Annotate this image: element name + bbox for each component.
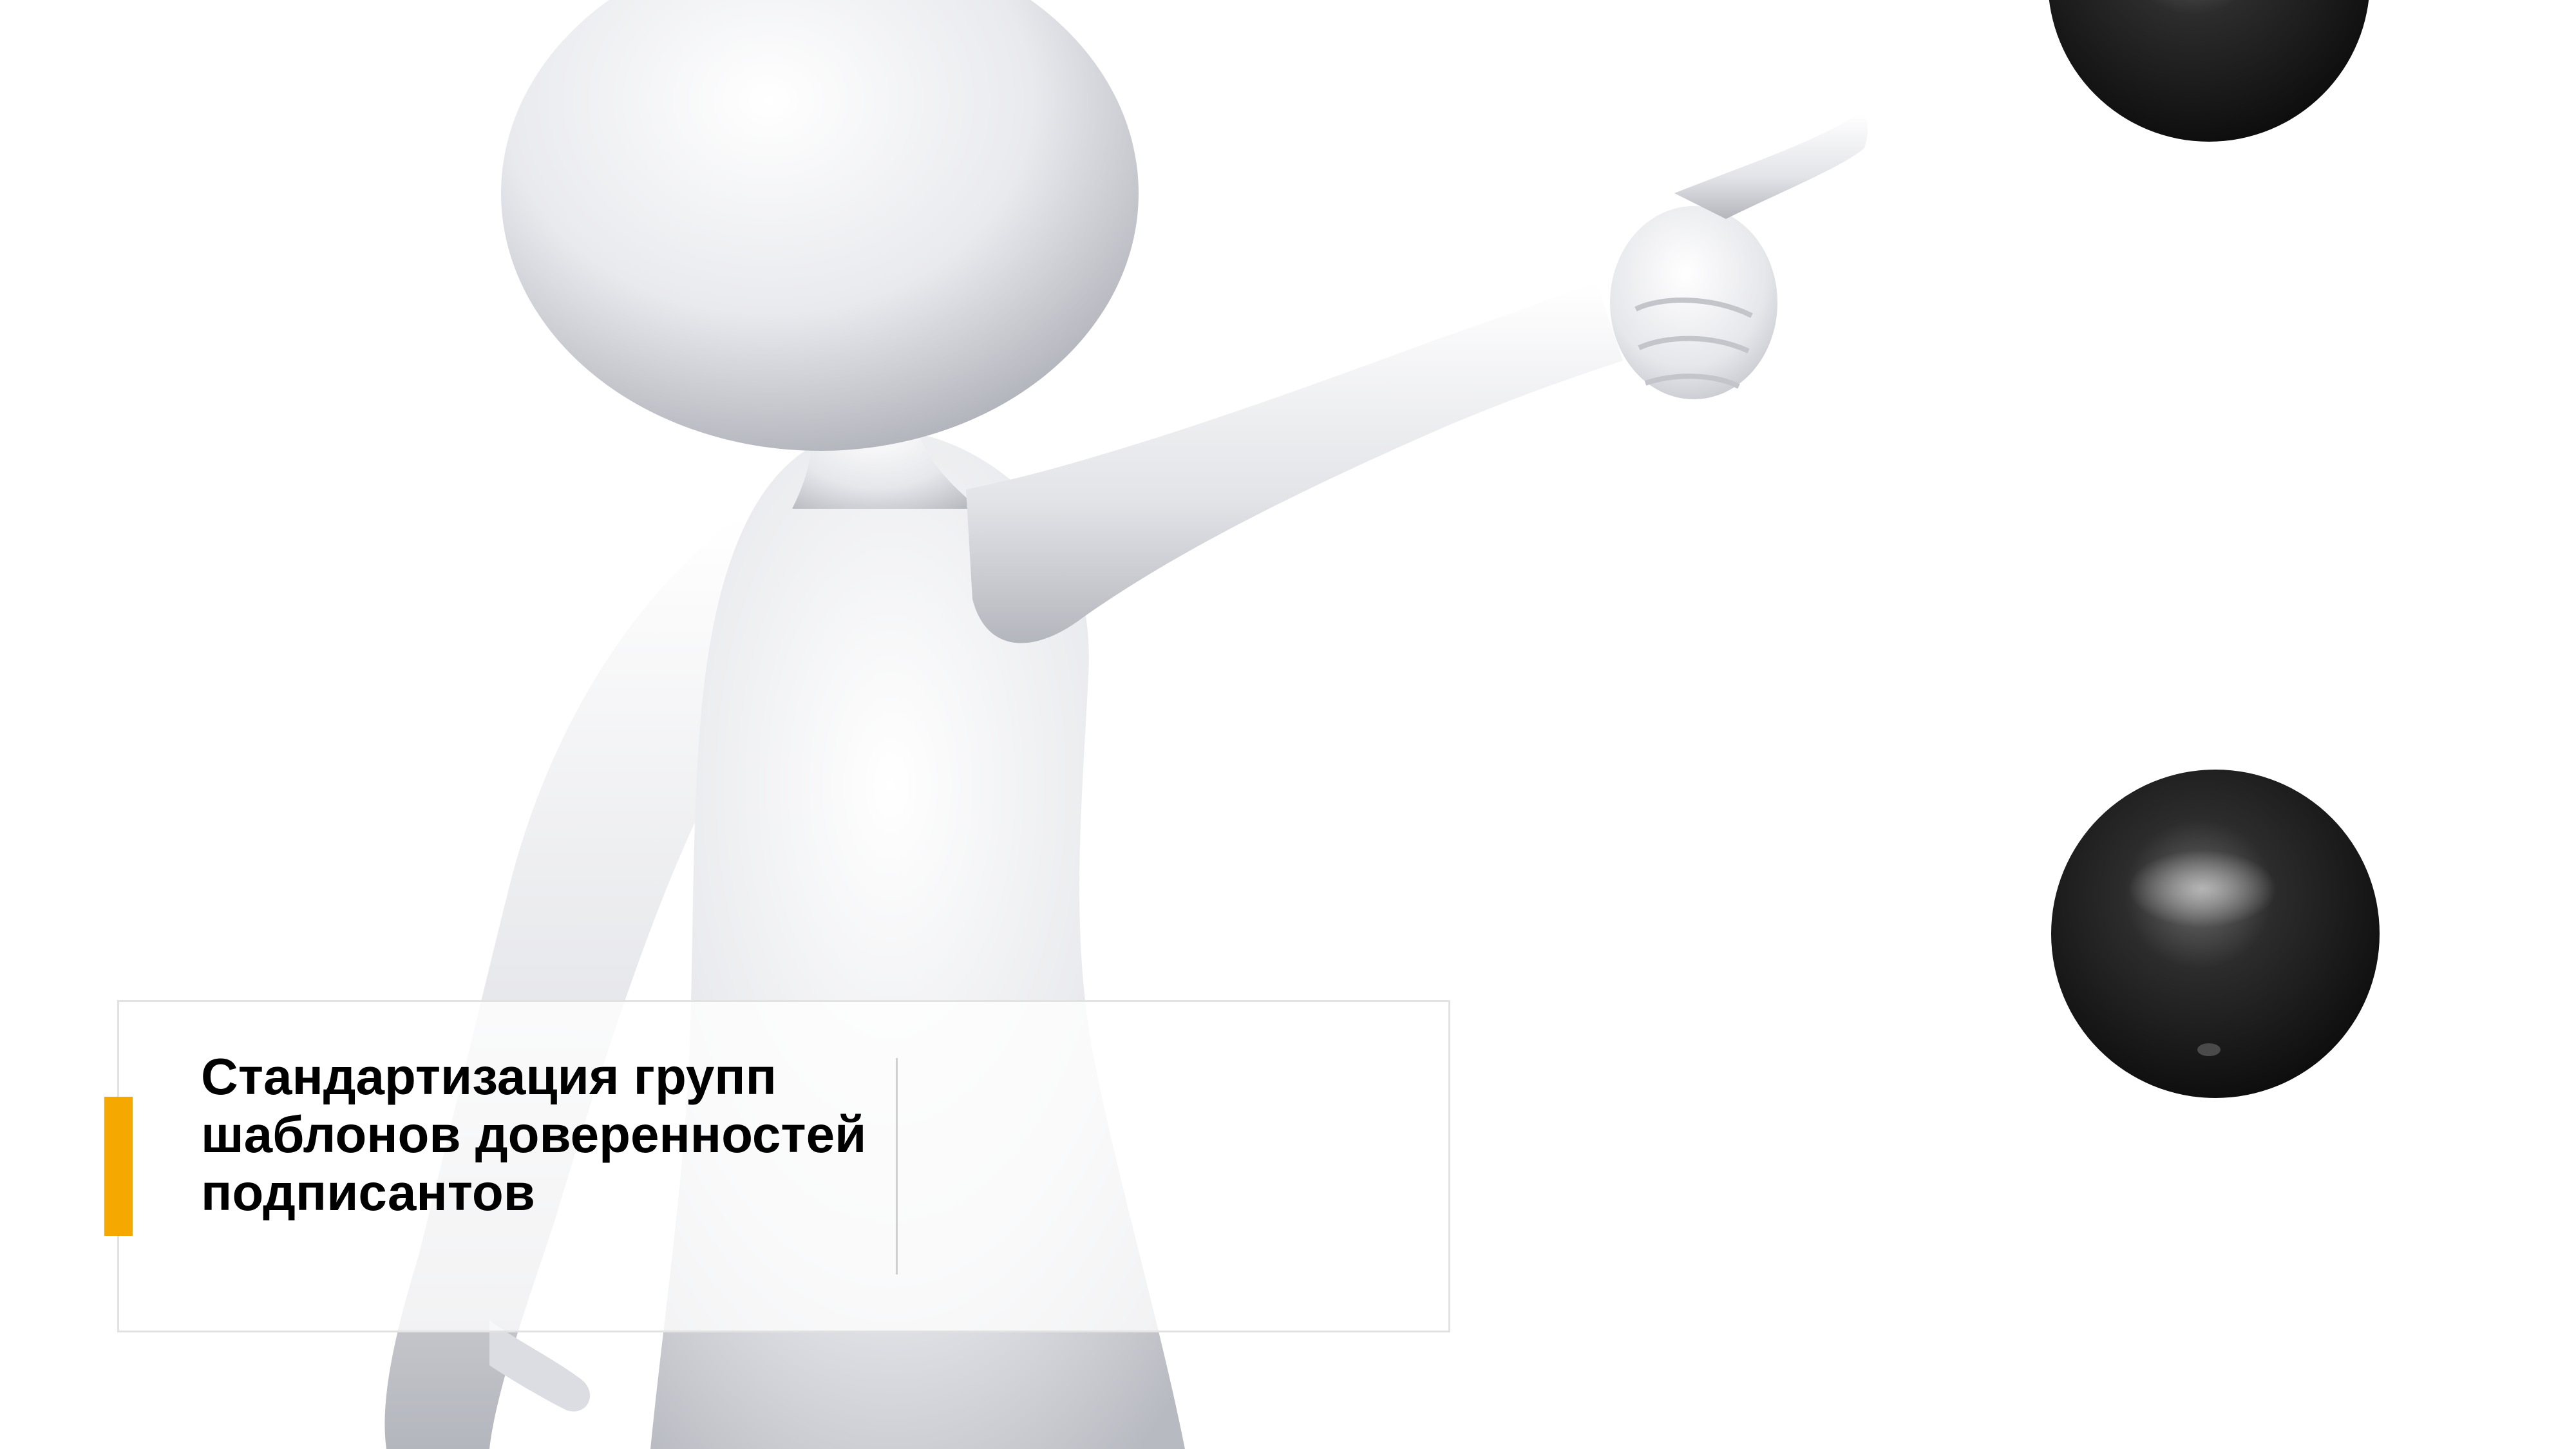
accent-bar [104, 1097, 133, 1236]
figure-head [501, 0, 1139, 451]
card-divider [896, 1058, 898, 1274]
slide-title: Стандартизация групп шаблонов довереннос… [201, 1048, 867, 1221]
figure-index-finger [1674, 113, 1868, 219]
figure-left-hand [489, 1320, 591, 1412]
presentation-slide: Стандартизация групп шаблонов довереннос… [0, 0, 2576, 1449]
top-sphere [2049, 0, 2369, 142]
